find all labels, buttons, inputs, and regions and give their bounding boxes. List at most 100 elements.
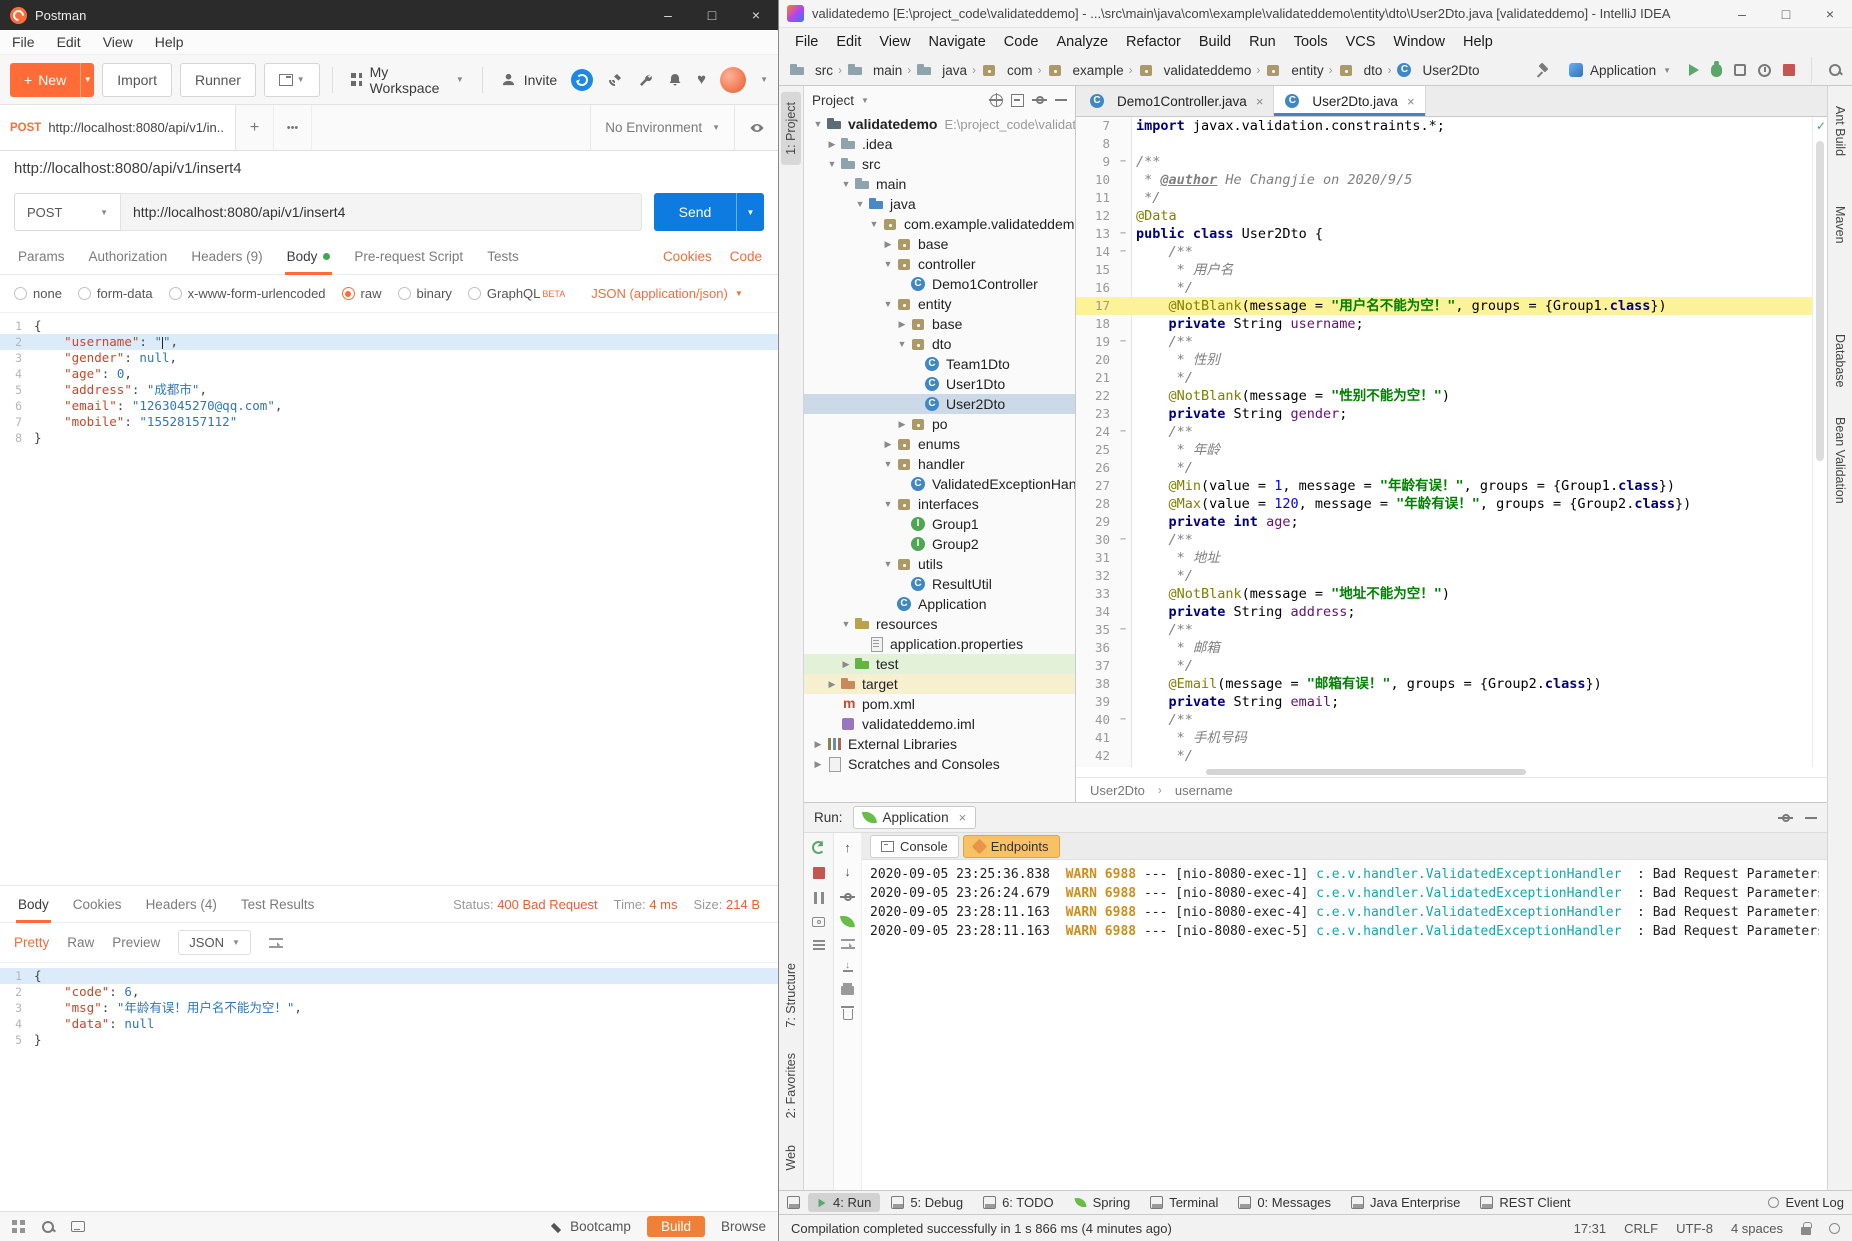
idea-menu-refactor[interactable]: Refactor bbox=[1118, 31, 1189, 53]
print-icon[interactable] bbox=[841, 983, 854, 995]
minimize-button[interactable]: – bbox=[646, 0, 690, 30]
tree-item-demo1controller[interactable]: Demo1Controller bbox=[804, 274, 1075, 294]
view-preview[interactable]: Preview bbox=[112, 935, 160, 950]
idea-menu-file[interactable]: File bbox=[787, 31, 826, 53]
maximize-button[interactable]: □ bbox=[690, 0, 734, 30]
body-mode-graphql[interactable]: GraphQL BETA bbox=[467, 286, 565, 301]
tree-item-main[interactable]: ▼ main bbox=[804, 174, 1075, 194]
expanded-arrow-icon[interactable]: ▼ bbox=[866, 219, 882, 229]
tree-item-po[interactable]: ▶ po bbox=[804, 414, 1075, 434]
stripe-button-bean-validation[interactable]: Bean Validation bbox=[1830, 407, 1850, 514]
toolwindow-button-4-run[interactable]: 4: Run bbox=[808, 1193, 881, 1212]
toolwindow-button-6-todo[interactable]: 6: TODO bbox=[974, 1193, 1063, 1212]
tree-item-dto[interactable]: ▼ dto bbox=[804, 334, 1075, 354]
cookies-link[interactable]: Cookies bbox=[663, 249, 712, 264]
request-tab-tests[interactable]: Tests bbox=[475, 239, 531, 274]
content-type-selector[interactable]: JSON (application/json) ▼ bbox=[591, 286, 742, 301]
clear-console-icon[interactable] bbox=[840, 1006, 854, 1020]
indent-indicator[interactable]: 4 spaces bbox=[1731, 1221, 1783, 1236]
breadcrumb-java[interactable]: java bbox=[916, 62, 967, 78]
collapsed-arrow-icon[interactable]: ▶ bbox=[880, 239, 896, 250]
collapsed-arrow-icon[interactable]: ▶ bbox=[894, 419, 910, 430]
profiler-button[interactable] bbox=[1758, 63, 1771, 77]
toolwindow-button-spring[interactable]: Spring bbox=[1065, 1193, 1140, 1212]
idea-menu-edit[interactable]: Edit bbox=[828, 31, 869, 53]
tree-item-group1[interactable]: Group1 bbox=[804, 514, 1075, 534]
avatar[interactable] bbox=[720, 66, 747, 93]
stripe-button-ant-build[interactable]: Ant Build bbox=[1830, 96, 1850, 166]
toolwindow-button-terminal[interactable]: Terminal bbox=[1141, 1193, 1227, 1212]
collapse-all-icon[interactable] bbox=[1011, 93, 1024, 107]
toolwindow-toggle-icon[interactable] bbox=[787, 1196, 800, 1209]
body-mode-x-www-form-urlencoded[interactable]: x-www-form-urlencoded bbox=[168, 286, 326, 301]
console-tab-console[interactable]: Console bbox=[870, 834, 959, 858]
tree-item-base[interactable]: ▶ base bbox=[804, 234, 1075, 254]
tree-item-enums[interactable]: ▶ enums bbox=[804, 434, 1075, 454]
tree-item-test[interactable]: ▶ test bbox=[804, 654, 1075, 674]
pause-icon[interactable] bbox=[813, 892, 824, 904]
idea-menu-analyze[interactable]: Analyze bbox=[1048, 31, 1116, 53]
close-button[interactable]: × bbox=[1808, 0, 1852, 27]
breadcrumb-com[interactable]: com bbox=[981, 62, 1033, 78]
tree-item-handler[interactable]: ▼ handler bbox=[804, 454, 1075, 474]
sync-icon[interactable] bbox=[571, 68, 594, 91]
run-configuration-selector[interactable]: Application ▼ bbox=[1563, 61, 1677, 80]
gear-icon[interactable] bbox=[1032, 93, 1047, 108]
expanded-arrow-icon[interactable]: ▼ bbox=[880, 459, 896, 469]
response-tab-cookies[interactable]: Cookies bbox=[61, 886, 134, 922]
apps-icon[interactable] bbox=[12, 1220, 25, 1233]
tree-item-base[interactable]: ▶ base bbox=[804, 314, 1075, 334]
minimize-button[interactable]: – bbox=[1720, 0, 1764, 27]
body-mode-form-data[interactable]: form-data bbox=[77, 286, 153, 301]
request-tab-headers-9[interactable]: Headers (9) bbox=[179, 239, 274, 274]
tree-item-group2[interactable]: Group2 bbox=[804, 534, 1075, 554]
build-hammer-icon[interactable] bbox=[1536, 63, 1551, 78]
tree-item-application[interactable]: Application bbox=[804, 594, 1075, 614]
scroll-thumb[interactable] bbox=[1206, 769, 1526, 775]
soft-wrap-icon[interactable] bbox=[840, 939, 855, 949]
expanded-arrow-icon[interactable]: ▼ bbox=[894, 339, 910, 349]
collapsed-arrow-icon[interactable]: ▶ bbox=[880, 439, 896, 450]
tree-item-target[interactable]: ▶ target bbox=[804, 674, 1075, 694]
breadcrumb-example[interactable]: example bbox=[1047, 62, 1124, 78]
idea-menu-vcs[interactable]: VCS bbox=[1338, 31, 1384, 53]
run-tab-application[interactable]: Application × bbox=[852, 806, 977, 829]
request-tab-authorization[interactable]: Authorization bbox=[77, 239, 180, 274]
debug-button[interactable] bbox=[1711, 60, 1722, 77]
idea-menu-view[interactable]: View bbox=[871, 31, 918, 53]
breadcrumb-src[interactable]: src bbox=[789, 62, 833, 78]
tree-item-validatedemo[interactable]: ▼ validatedemo E:\project_code\validatedde… bbox=[804, 114, 1075, 134]
send-button[interactable]: Send bbox=[654, 193, 736, 231]
down-stack-trace-icon[interactable]: ↓ bbox=[844, 865, 851, 878]
close-icon[interactable]: × bbox=[1407, 94, 1415, 109]
search-icon[interactable] bbox=[41, 1220, 55, 1234]
tree-item-team1dto[interactable]: Team1Dto bbox=[804, 354, 1075, 374]
stripe-button-web[interactable]: Web bbox=[781, 1135, 801, 1180]
view-pretty[interactable]: Pretty bbox=[14, 935, 49, 950]
build-button[interactable]: Build bbox=[646, 1216, 705, 1237]
url-input[interactable] bbox=[120, 193, 642, 231]
method-selector[interactable]: POST ▼ bbox=[14, 193, 120, 231]
body-mode-binary[interactable]: binary bbox=[397, 286, 452, 301]
thread-dump-icon[interactable] bbox=[812, 917, 825, 927]
request-tab-params[interactable]: Params bbox=[6, 239, 77, 274]
response-tab-body[interactable]: Body bbox=[6, 886, 61, 923]
scroll-to-end-icon[interactable]: ↓ bbox=[842, 960, 853, 972]
environment-quicklook-button[interactable] bbox=[734, 105, 778, 150]
runner-button[interactable]: Runner bbox=[179, 62, 256, 97]
idea-menu-build[interactable]: Build bbox=[1191, 31, 1239, 53]
close-icon[interactable]: × bbox=[959, 810, 967, 825]
editor-tab-user2dto-java[interactable]: User2Dto.java × bbox=[1274, 86, 1426, 116]
import-button[interactable]: Import bbox=[102, 62, 172, 97]
expanded-arrow-icon[interactable]: ▼ bbox=[824, 159, 840, 169]
close-button[interactable]: × bbox=[734, 0, 778, 30]
expanded-arrow-icon[interactable]: ▼ bbox=[880, 499, 896, 509]
postman-menu-file[interactable]: File bbox=[12, 34, 35, 50]
tree-item-user2dto[interactable]: User2Dto bbox=[804, 394, 1075, 414]
heart-icon[interactable]: ♥ bbox=[697, 72, 706, 87]
toolwindow-button-java-enterprise[interactable]: Java Enterprise bbox=[1342, 1193, 1469, 1212]
workspace-switcher[interactable]: My Workspace ▼ bbox=[345, 64, 470, 96]
environment-selector[interactable]: No Environment ▼ bbox=[590, 105, 734, 150]
stripe-button-maven[interactable]: Maven bbox=[1830, 196, 1850, 254]
console-output[interactable]: 2020-09-05 23:25:36.838 WARN 6988 --- [n… bbox=[862, 860, 1827, 1190]
